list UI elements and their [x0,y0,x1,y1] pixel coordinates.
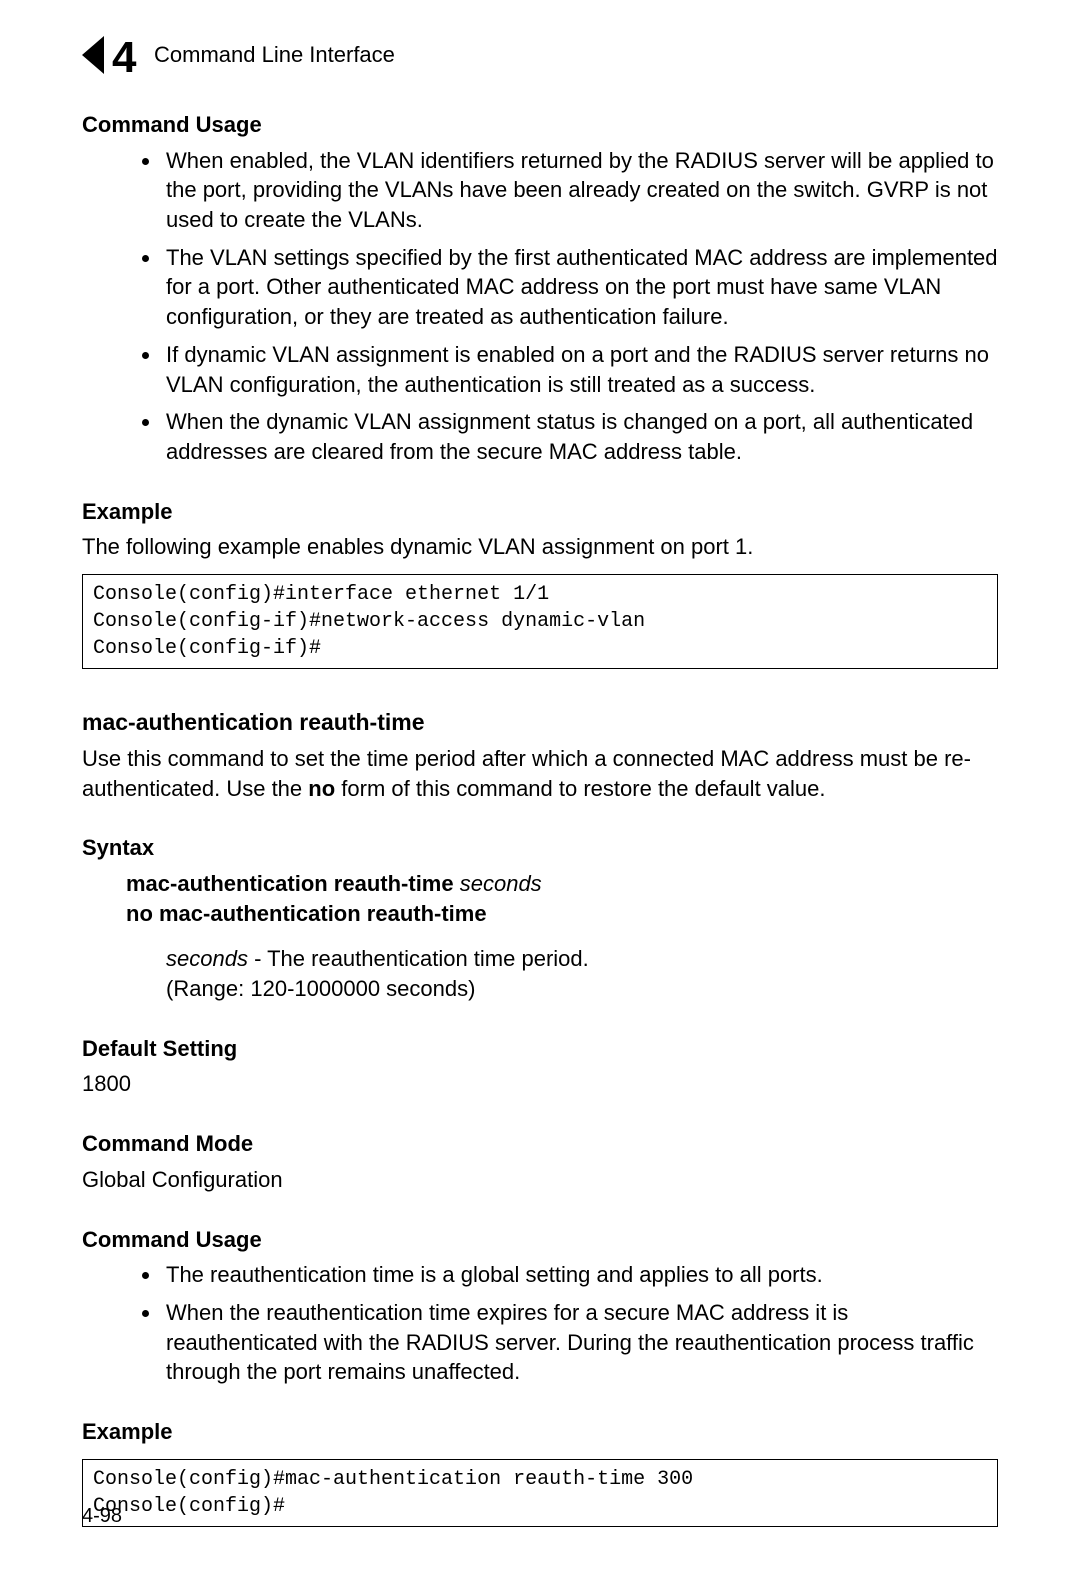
command-title: mac-authentication reauth-time [82,707,998,738]
heading-example-1: Example [82,497,998,527]
page-content: 4 Command Line Interface Command Usage W… [0,0,1080,1527]
heading-command-usage-2: Command Usage [82,1225,998,1255]
chapter-number-icon: 4 [82,30,138,80]
heading-default: Default Setting [82,1034,998,1064]
heading-mode: Command Mode [82,1129,998,1159]
mode-value: Global Configuration [82,1165,998,1195]
page-header: 4 Command Line Interface [82,30,998,80]
bullet-item: If dynamic VLAN assignment is enabled on… [162,340,998,399]
desc-bold: no [308,776,335,801]
heading-example-2: Example [82,1417,998,1447]
command-description: Use this command to set the time period … [82,744,998,803]
syntax-line-1: mac-authentication reauth-time seconds [126,869,998,899]
syntax-line-2: no mac-authentication reauth-time [126,899,998,929]
param-line-1: seconds - The reauthentication time peri… [166,944,998,974]
code-block-2: Console(config)#mac-authentication reaut… [82,1459,998,1527]
syntax-param: seconds [460,871,542,896]
bullet-item: When the reauthentication time expires f… [162,1298,998,1387]
example-intro-1: The following example enables dynamic VL… [82,532,998,562]
param-line-2: (Range: 120-1000000 seconds) [166,974,998,1004]
bullet-item: The VLAN settings specified by the first… [162,243,998,332]
param-name: seconds [166,946,248,971]
chapter-number-text: 4 [112,33,137,80]
syntax-block: mac-authentication reauth-time seconds n… [126,869,998,928]
usage-bullets-2: The reauthentication time is a global se… [82,1260,998,1387]
syntax-cmd: mac-authentication reauth-time [126,871,454,896]
bullet-item: The reauthentication time is a global se… [162,1260,998,1290]
heading-command-usage-1: Command Usage [82,110,998,140]
desc-post: form of this command to restore the defa… [335,776,825,801]
heading-syntax: Syntax [82,833,998,863]
default-value: 1800 [82,1069,998,1099]
param-desc: - The reauthentication time period. [248,946,589,971]
usage-bullets-1: When enabled, the VLAN identifiers retur… [82,146,998,467]
header-title: Command Line Interface [154,40,395,70]
bullet-item: When the dynamic VLAN assignment status … [162,407,998,466]
bullet-item: When enabled, the VLAN identifiers retur… [162,146,998,235]
syntax-param-block: seconds - The reauthentication time peri… [166,944,998,1003]
page-number: 4-98 [82,1503,122,1530]
code-block-1: Console(config)#interface ethernet 1/1 C… [82,574,998,669]
